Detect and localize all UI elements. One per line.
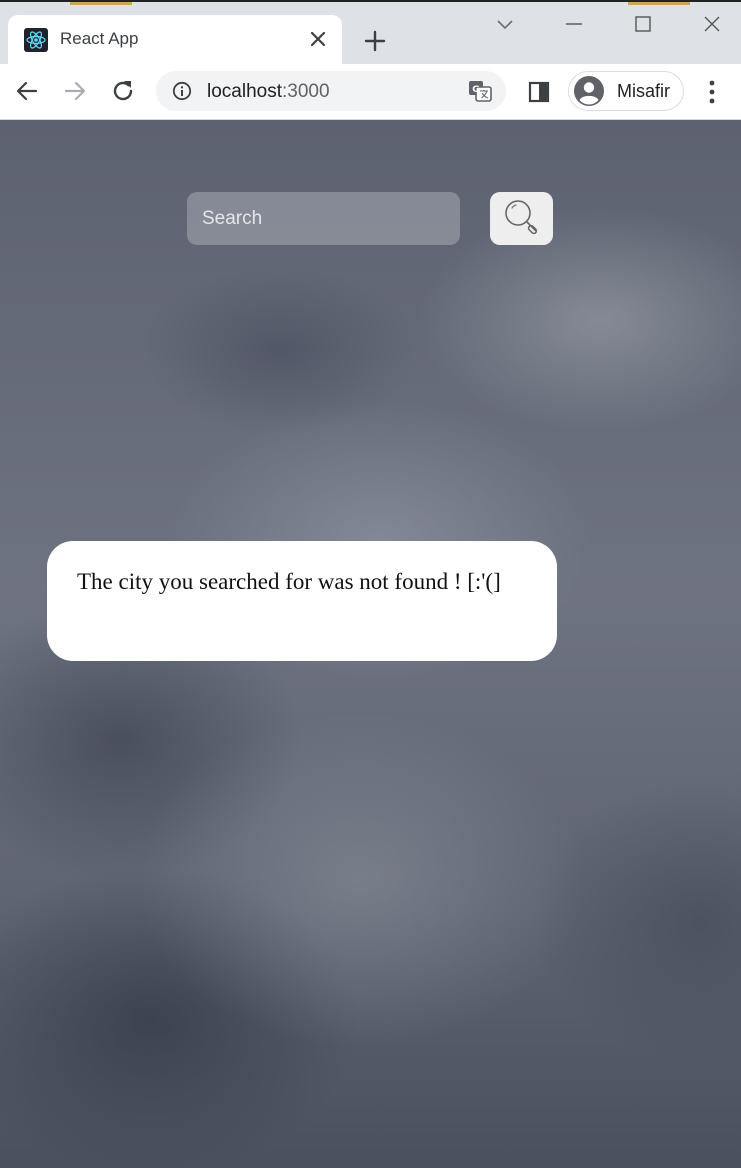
react-logo-icon: [24, 28, 48, 52]
search-input[interactable]: [187, 192, 460, 245]
url-port: :3000: [282, 81, 330, 102]
url-text: localhost:3000: [207, 81, 330, 103]
not-found-message: The city you searched for was not found …: [77, 569, 501, 594]
browser-toolbar: localhost:3000 G Misafir: [0, 64, 741, 120]
magnifier-icon: [505, 200, 538, 235]
result-card: The city you searched for was not found …: [47, 541, 557, 661]
svg-text:G: G: [472, 85, 479, 95]
url-host: localhost: [207, 81, 282, 102]
back-arrow-icon[interactable]: [13, 77, 41, 105]
site-info-icon[interactable]: [172, 81, 192, 101]
page-viewport: The city you searched for was not found …: [0, 120, 741, 1168]
maximize-icon[interactable]: [628, 10, 658, 40]
address-bar[interactable]: localhost:3000 G: [156, 71, 506, 111]
profile-name: Misafir: [617, 81, 670, 101]
avatar-icon: [573, 75, 605, 107]
tab-close-icon[interactable]: [308, 29, 328, 49]
search-button[interactable]: [490, 192, 553, 245]
kebab-menu-icon[interactable]: [700, 79, 724, 105]
minimize-icon[interactable]: [559, 10, 589, 40]
tab-strip-accent: [628, 2, 690, 5]
translate-icon[interactable]: G: [468, 80, 492, 102]
browser-window: React App localhost:3000 G Misafir Searc…: [0, 0, 741, 1168]
side-panel-icon[interactable]: [528, 81, 550, 103]
tab-react-app[interactable]: React App: [8, 15, 342, 66]
tab-strip-accent: [70, 2, 132, 5]
forward-arrow-icon[interactable]: [61, 77, 89, 105]
reload-icon[interactable]: [109, 77, 137, 105]
tab-title: React App: [60, 29, 139, 48]
tab-strip: React App: [0, 0, 741, 66]
profile-button[interactable]: Misafir: [568, 71, 684, 111]
close-window-icon[interactable]: [697, 10, 727, 40]
tab-search-chevron-icon[interactable]: [490, 10, 520, 40]
new-tab-icon[interactable]: [360, 26, 390, 56]
